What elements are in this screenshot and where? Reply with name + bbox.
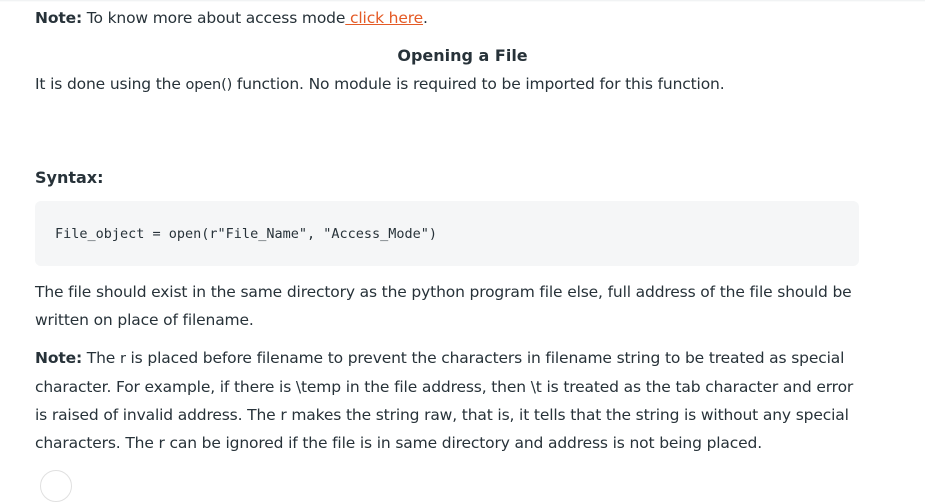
note-label: Note: bbox=[35, 9, 82, 27]
note-text: To know more about access mode bbox=[82, 9, 346, 27]
inline-code-open: open() bbox=[185, 77, 233, 93]
article-page: Note: To know more about access mode cli… bbox=[0, 0, 925, 502]
note2-label: Note: bbox=[35, 349, 82, 367]
syntax-label: Syntax: bbox=[35, 168, 104, 187]
note-access-mode: Note: To know more about access mode cli… bbox=[35, 4, 865, 32]
note2-after: is placed before filename to prevent the… bbox=[35, 349, 854, 452]
section-heading: Opening a File bbox=[397, 46, 528, 65]
note2-before: The bbox=[82, 349, 120, 367]
top-divider bbox=[0, 0, 925, 2]
partial-circle-element bbox=[40, 470, 72, 502]
note-end: . bbox=[423, 9, 428, 27]
file-location-paragraph: The file should exist in the same direct… bbox=[35, 283, 852, 329]
code-block: File_object = open(r"File_Name", "Access… bbox=[35, 201, 859, 266]
note-raw-string: Note: The r is placed before filename to… bbox=[35, 344, 865, 457]
intro-after: function. No module is required to be im… bbox=[232, 75, 725, 93]
intro-paragraph: It is done using the open() function. No… bbox=[35, 70, 865, 99]
code-line: File_object = open(r"File_Name", "Access… bbox=[55, 225, 438, 242]
intro-before: It is done using the bbox=[35, 75, 186, 93]
click-here-link[interactable]: click here bbox=[345, 9, 423, 27]
